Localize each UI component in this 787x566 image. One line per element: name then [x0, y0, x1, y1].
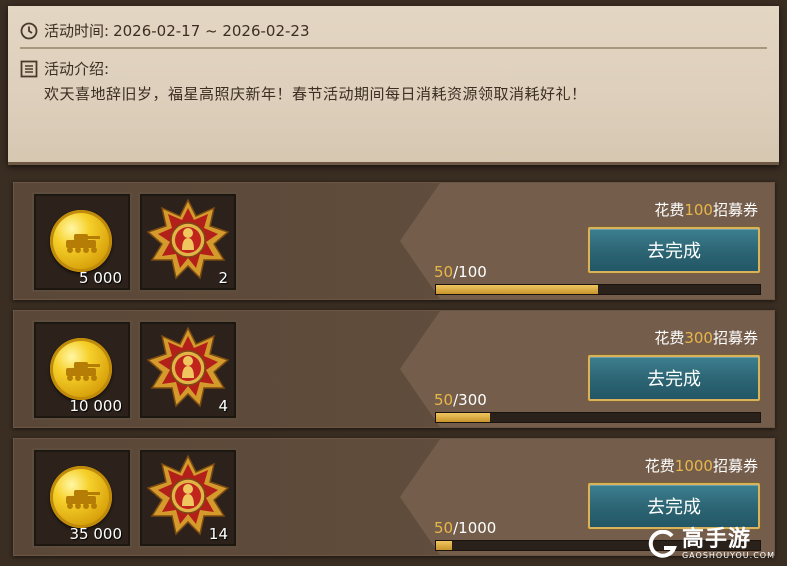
reward-slot-coin[interactable]: 10 000 — [32, 320, 132, 420]
progress-bar — [435, 412, 761, 423]
progress-fill — [436, 541, 453, 550]
go-complete-button[interactable]: 去完成 — [588, 227, 760, 273]
watermark-title: 高手游 — [681, 527, 751, 552]
progress-fill — [436, 413, 490, 422]
task-card: 5 000 2 花费100招募券 去完成 50/100 — [13, 182, 775, 300]
task-card: 10 000 4 花费300招募券 去完成 50/300 — [13, 310, 775, 428]
reward-slot-medal[interactable]: 14 — [138, 448, 238, 548]
cost-value: 300 — [684, 329, 713, 347]
gold-coin-icon — [50, 466, 112, 528]
event-time-row: 活动时间: 2026-02-17 ~ 2026-02-23 — [20, 20, 310, 41]
reward-slot-coin[interactable]: 5 000 — [32, 192, 132, 292]
go-complete-button[interactable]: 去完成 — [588, 483, 760, 529]
reward-count: 5 000 — [79, 269, 122, 287]
event-intro-row: 活动介绍: — [20, 58, 109, 79]
event-intro-text: 欢天喜地辞旧岁，福星高照庆新年！春节活动期间每日消耗资源领取消耗好礼！ — [44, 85, 587, 103]
reward-count: 10 000 — [69, 397, 123, 415]
progress-fill — [436, 285, 598, 294]
medal-icon — [146, 198, 230, 280]
progress-text: 50/300 — [434, 391, 487, 409]
progress-total: /300 — [453, 391, 487, 409]
cost-suffix: 招募券 — [712, 329, 758, 347]
event-intro-label: 活动介绍: — [44, 60, 110, 78]
reward-count: 2 — [218, 269, 228, 287]
watermark: 高手游 GAOSHOUYOU.COM — [648, 529, 775, 560]
reward-slot-medal[interactable]: 2 — [138, 192, 238, 292]
go-complete-button[interactable]: 去完成 — [588, 355, 760, 401]
divider — [20, 47, 767, 49]
cost-suffix: 招募券 — [712, 201, 758, 219]
reward-slot-coin[interactable]: 35 000 — [32, 448, 132, 548]
progress-text: 50/100 — [434, 263, 487, 281]
document-icon — [20, 60, 38, 78]
event-info-panel: 活动时间: 2026-02-17 ~ 2026-02-23 活动介绍: 欢天喜地… — [8, 6, 779, 165]
task-cost: 花费100招募券 — [654, 199, 758, 220]
progress-bar — [435, 284, 761, 295]
gold-coin-icon — [50, 210, 112, 272]
reward-count: 35 000 — [69, 525, 123, 543]
cost-suffix: 招募券 — [712, 457, 758, 475]
task-cost: 花费300招募券 — [654, 327, 758, 348]
watermark-logo-icon — [648, 529, 677, 558]
progress-text: 50/1000 — [434, 519, 496, 537]
event-time-value: 2026-02-17 ~ 2026-02-23 — [113, 21, 310, 40]
progress-total: /1000 — [453, 519, 497, 537]
event-time-label: 活动时间: — [44, 22, 110, 40]
reward-slot-medal[interactable]: 4 — [138, 320, 238, 420]
progress-total: /100 — [453, 263, 487, 281]
task-cost: 花费1000招募券 — [645, 455, 758, 476]
cost-prefix: 花费 — [654, 201, 685, 219]
reward-count: 4 — [218, 397, 228, 415]
cost-prefix: 花费 — [654, 329, 685, 347]
cost-prefix: 花费 — [644, 457, 675, 475]
progress-current: 50 — [434, 391, 454, 409]
clock-icon — [20, 22, 38, 40]
progress-current: 50 — [434, 263, 454, 281]
cost-value: 100 — [684, 201, 713, 219]
progress-current: 50 — [434, 519, 454, 537]
cost-value: 1000 — [674, 457, 713, 475]
gold-coin-icon — [50, 338, 112, 400]
watermark-subtitle: GAOSHOUYOU.COM — [681, 551, 775, 560]
reward-count: 14 — [208, 525, 228, 543]
